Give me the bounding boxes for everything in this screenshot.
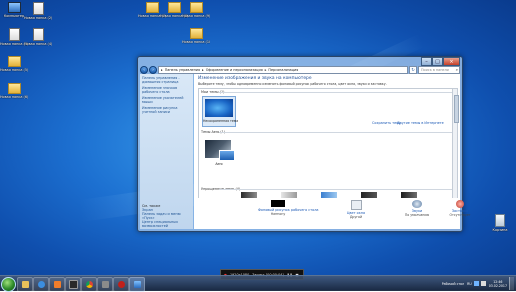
window-color-setting[interactable]: Цвет окна Другой	[336, 200, 376, 219]
desktop-icon-recycle-bin[interactable]: Корзина	[486, 214, 514, 232]
sidebar-link-ease-of-access[interactable]: Центр специальных возможностей	[140, 220, 193, 228]
theme-list-scrollbar[interactable]	[452, 89, 459, 198]
app-icon	[101, 281, 109, 288]
taskbar: Рабочий стол RU 12:46 03.02.2017	[0, 275, 516, 292]
sounds-setting[interactable]: Звуки По умолчанию	[397, 200, 437, 217]
back-button[interactable]: ‹	[140, 65, 148, 74]
sidebar: Панель управления - домашняя страница Из…	[140, 74, 193, 229]
online-themes-link[interactable]: Другие темы в Интернете	[397, 121, 444, 125]
sidebar-link-account-picture[interactable]: Изменение рисунка учетной записи	[140, 106, 193, 114]
page-description: Выберите тему, чтобы одновременно измени…	[198, 82, 387, 86]
desktop-background-setting[interactable]: Фоновый рисунок рабочего стола Harmony	[258, 200, 318, 216]
address-bar[interactable]: ▸ Панель управления ▸ Оформление и персо…	[158, 65, 408, 74]
theme-tile-unsaved[interactable]: Несохраненная тема	[202, 96, 239, 127]
language-indicator[interactable]: RU	[467, 282, 472, 286]
divider	[219, 132, 453, 133]
breadcrumb-item[interactable]: Панель управления	[165, 68, 200, 72]
app-icon	[68, 280, 78, 289]
breadcrumb-separator: ▸	[161, 67, 163, 72]
title-bar[interactable]: – □ ×	[138, 57, 462, 66]
breadcrumb-item[interactable]: Персонализация	[268, 68, 298, 72]
sidebar-link-desktop-icons[interactable]: Изменение значков рабочего стола	[140, 86, 193, 94]
search-icon: ⌕	[455, 66, 458, 72]
theme-thumbnail	[205, 99, 233, 117]
theme-tile-aero[interactable]: Aero	[202, 137, 236, 171]
address-row: ‹ › ▸ Панель управления ▸ Оформление и п…	[140, 65, 460, 78]
folder-icon	[189, 2, 203, 13]
scrollbar-thumb[interactable]	[453, 95, 459, 123]
folder-icon	[167, 2, 181, 13]
divider	[219, 189, 453, 190]
folder-icon	[7, 83, 21, 94]
desktop-toolbar-label[interactable]: Рабочий стол	[442, 282, 464, 286]
record-icon	[117, 281, 125, 288]
folder-icon	[21, 281, 29, 288]
desktop-icon-folder[interactable]: Новая папка (10)	[182, 28, 210, 44]
screensaver-setting[interactable]: Заставка Отсутствует	[440, 200, 480, 217]
clock-date: 03.02.2017	[488, 283, 507, 288]
window-controls: – □ ×	[421, 57, 460, 66]
sidebar-link-mouse-pointers[interactable]: Изменение указателей мыши	[140, 96, 193, 104]
see-also-section: См. также Экран Панель задач и меню «Пус…	[140, 204, 193, 228]
folder-icon	[7, 56, 21, 67]
desktop-icon-file[interactable]: Новая папка (4)	[24, 28, 52, 46]
desktop-icon-folder[interactable]: Новая папка (9)	[182, 2, 210, 18]
sidebar-link-home[interactable]: Панель управления - домашняя страница	[140, 76, 193, 84]
recycle-bin-icon	[495, 214, 505, 227]
folder-icon	[145, 2, 159, 13]
wallpaper-icon	[271, 200, 285, 207]
window-color-icon	[350, 200, 362, 210]
screensaver-icon	[456, 200, 464, 208]
sidebar-link-taskbar[interactable]: Панель задач и меню «Пуск»	[140, 212, 193, 220]
control-panel-icon	[133, 281, 141, 288]
page-title: Изменение изображения и звука на компьют…	[198, 76, 312, 81]
divider	[219, 92, 453, 93]
theme-settings-strip: Фоновый рисунок рабочего стола Harmony Ц…	[194, 198, 471, 229]
desktop-icon-folder[interactable]: Новая папка (6)	[0, 83, 28, 99]
folder-icon	[189, 28, 203, 39]
chrome-icon	[85, 281, 93, 288]
desktop-icon-folder[interactable]: Новая папка (5)	[0, 56, 28, 72]
personalization-window[interactable]: – □ × ‹ › ▸ Панель управления ▸ Оформлен…	[137, 56, 471, 232]
breadcrumb-separator: ▸	[202, 67, 204, 72]
forward-button[interactable]: ›	[149, 65, 157, 74]
breadcrumb-separator: ▸	[264, 67, 267, 72]
file-icon	[32, 2, 44, 15]
computer-icon	[7, 2, 21, 13]
app-icon	[53, 281, 61, 288]
theme-list[interactable]: Мои темы (1) Несохраненная тема Сохранит…	[198, 88, 459, 199]
volume-icon[interactable]	[480, 281, 486, 286]
network-icon[interactable]	[473, 281, 479, 286]
clock[interactable]: 12:46 03.02.2017	[489, 280, 507, 288]
content-pane: Изменение изображения и звука на компьют…	[194, 74, 471, 229]
file-icon	[8, 28, 20, 41]
theme-color-swatch	[219, 150, 235, 161]
theme-name: Aero	[215, 162, 223, 166]
desktop: Компьютер Новая папка (2) Новая папка (3…	[0, 0, 516, 290]
desktop-icon-file[interactable]: Новая папка (2)	[24, 2, 52, 20]
file-icon	[32, 28, 44, 41]
show-desktop-button[interactable]	[509, 277, 514, 290]
search-input[interactable]: Поиск в панели управления ⌕	[418, 65, 460, 78]
system-tray: Рабочий стол RU 12:46 03.02.2017	[442, 276, 514, 291]
media-player-icon	[37, 281, 45, 288]
theme-name: Несохраненная тема	[203, 119, 239, 123]
speaker-icon	[412, 200, 422, 208]
refresh-button[interactable]: ↻	[409, 65, 417, 74]
breadcrumb-item[interactable]: Оформление и персонализация	[206, 68, 263, 72]
